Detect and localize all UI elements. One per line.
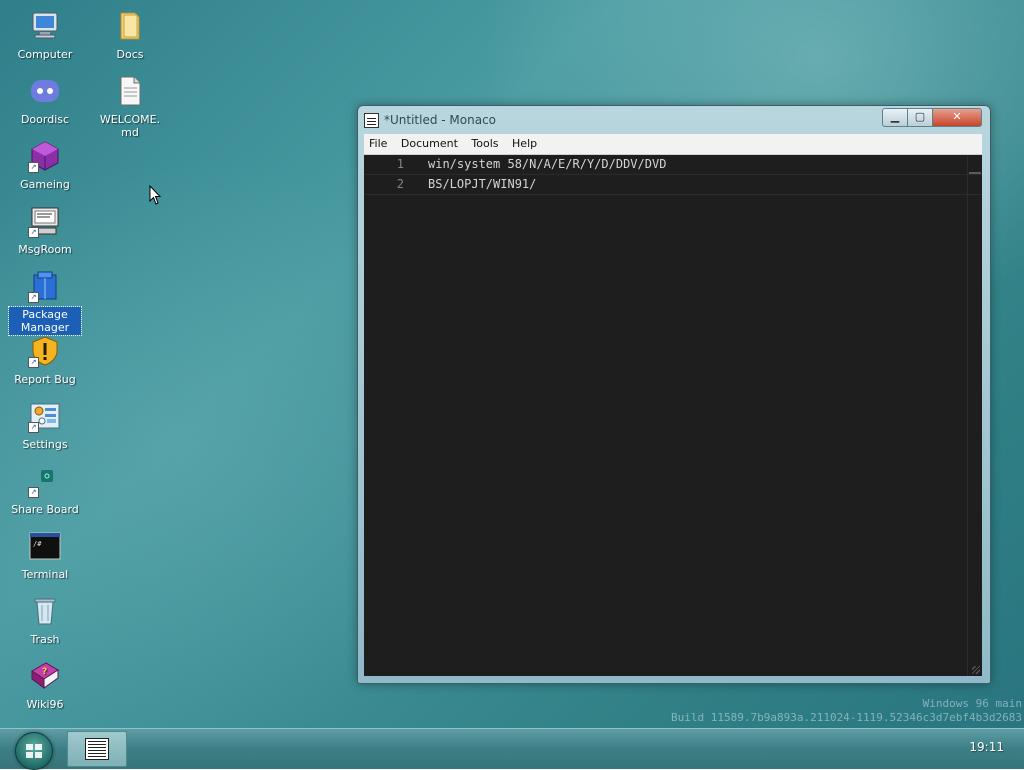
game-cube-icon: ↗	[28, 139, 62, 173]
menu-document[interactable]: Document	[396, 134, 463, 154]
shortcut-arrow-icon: ↗	[28, 422, 39, 433]
desktop-icon-wiki96[interactable]: ? Wiki96	[9, 659, 81, 712]
close-icon: ✕	[952, 110, 962, 123]
desktop-icon-label: Report Bug	[14, 373, 76, 386]
desktop-icon-settings[interactable]: ↗ Settings	[9, 399, 81, 452]
share-board-icon: ↗	[28, 464, 62, 498]
shortcut-arrow-icon: ↗	[28, 357, 39, 368]
desktop-icon-label: Wiki96	[26, 698, 64, 711]
desktop-icon-share-board[interactable]: ↗ Share Board	[9, 464, 81, 517]
build-watermark: Windows 96 main Build 11589.7b9a893a.211…	[671, 697, 1022, 725]
desktop-icon-label: Package Manager	[8, 306, 82, 336]
line-number: 1	[396, 157, 404, 171]
desktop-icon-label: MsgRoom	[18, 243, 72, 256]
menu-bar: File Document Tools Help	[364, 134, 982, 155]
editor-scrollbar[interactable]	[967, 155, 982, 676]
wiki-book-icon: ?	[28, 659, 62, 693]
minimize-icon: ▁	[890, 110, 900, 123]
watermark-line-os: Windows 96 main	[922, 697, 1022, 710]
trash-icon	[28, 594, 62, 628]
doordisc-icon	[28, 74, 62, 108]
code-line[interactable]: 2 BS/LOPJT/WIN91/	[364, 175, 982, 195]
svg-text:?: ?	[42, 667, 47, 677]
svg-text:/#: /#	[33, 540, 42, 548]
start-logo-icon	[26, 744, 42, 758]
notepad-app-icon	[364, 113, 379, 128]
notepad-app-icon	[85, 738, 109, 760]
desktop-icon-msgroom[interactable]: ↗ MsgRoom	[9, 204, 81, 257]
close-button[interactable]: ✕	[932, 108, 982, 127]
desktop-icon-computer[interactable]: Computer	[9, 9, 81, 62]
desktop-icon-label: Computer	[17, 48, 73, 61]
desktop-icon-trash[interactable]: Trash	[9, 594, 81, 647]
watermark-line-build: Build 11589.7b9a893a.211024-1119.52346c3…	[671, 711, 1022, 724]
desktop-icon-label: Terminal	[21, 568, 69, 581]
minimize-button[interactable]: ▁	[882, 108, 908, 127]
desktop-icon-terminal[interactable]: /# Terminal	[9, 529, 81, 582]
shortcut-arrow-icon: ↗	[28, 292, 39, 303]
line-text[interactable]: BS/LOPJT/WIN91/	[428, 175, 536, 194]
resize-grip-icon[interactable]	[972, 666, 980, 674]
desktop-icon-label: Docs	[116, 48, 144, 61]
taskbar-item-editor[interactable]	[67, 731, 127, 767]
terminal-icon: /#	[28, 529, 62, 563]
desktop-icon-label: Settings	[22, 438, 68, 451]
menu-help[interactable]: Help	[507, 134, 542, 154]
shortcut-arrow-icon: ↗	[28, 162, 39, 173]
shortcut-arrow-icon: ↗	[28, 227, 39, 238]
folder-icon	[113, 9, 147, 43]
maximize-button[interactable]: ▢	[907, 108, 933, 127]
computer-icon	[28, 9, 62, 43]
text-file-icon	[113, 74, 147, 108]
line-number: 2	[396, 177, 404, 191]
desktop-icon-label: Share Board	[11, 503, 79, 516]
scroll-thumb[interactable]	[969, 172, 981, 174]
desktop: Computer Docs Doordisc WELCOME. md ↗ Gam…	[0, 0, 1024, 728]
desktop-icon-report-bug[interactable]: ↗ Report Bug	[9, 334, 81, 387]
code-line[interactable]: 1 win/system 58/N/A/E/R/Y/D/DDV/DVD	[364, 155, 982, 175]
desktop-icon-label: Doordisc	[20, 113, 70, 126]
settings-icon: ↗	[28, 399, 62, 433]
desktop-icon-label: Trash	[30, 633, 60, 646]
desktop-icon-docs[interactable]: Docs	[94, 9, 166, 62]
code-editor[interactable]: 1 win/system 58/N/A/E/R/Y/D/DDV/DVD 2 BS…	[364, 155, 982, 676]
menu-tools[interactable]: Tools	[466, 134, 503, 154]
desktop-icon-label: WELCOME. md	[99, 113, 161, 139]
desktop-icon-doordisc[interactable]: Doordisc	[9, 74, 81, 127]
window-titlebar[interactable]: *Untitled - Monaco ▁ ▢ ✕	[358, 106, 990, 134]
editor-window[interactable]: *Untitled - Monaco ▁ ▢ ✕ File Document T…	[357, 105, 991, 684]
shortcut-arrow-icon: ↗	[28, 487, 39, 498]
desktop-icon-welcome[interactable]: WELCOME. md	[94, 74, 166, 140]
warning-shield-icon: ↗	[28, 334, 62, 368]
taskbar-clock[interactable]: 19:11	[969, 740, 1004, 754]
menu-file[interactable]: File	[364, 134, 392, 154]
msgroom-icon: ↗	[28, 204, 62, 238]
desktop-icon-label: Gameing	[20, 178, 70, 191]
window-title: *Untitled - Monaco	[384, 113, 497, 127]
desktop-icon-gameing[interactable]: ↗ Gameing	[9, 139, 81, 192]
maximize-icon: ▢	[914, 110, 926, 123]
taskbar: 19:11	[0, 728, 1024, 770]
desktop-icon-package-manager[interactable]: ↗ Package Manager	[8, 269, 82, 336]
package-icon: ↗	[28, 269, 62, 303]
start-button[interactable]	[15, 732, 53, 770]
line-text[interactable]: win/system 58/N/A/E/R/Y/D/DDV/DVD	[428, 155, 666, 174]
